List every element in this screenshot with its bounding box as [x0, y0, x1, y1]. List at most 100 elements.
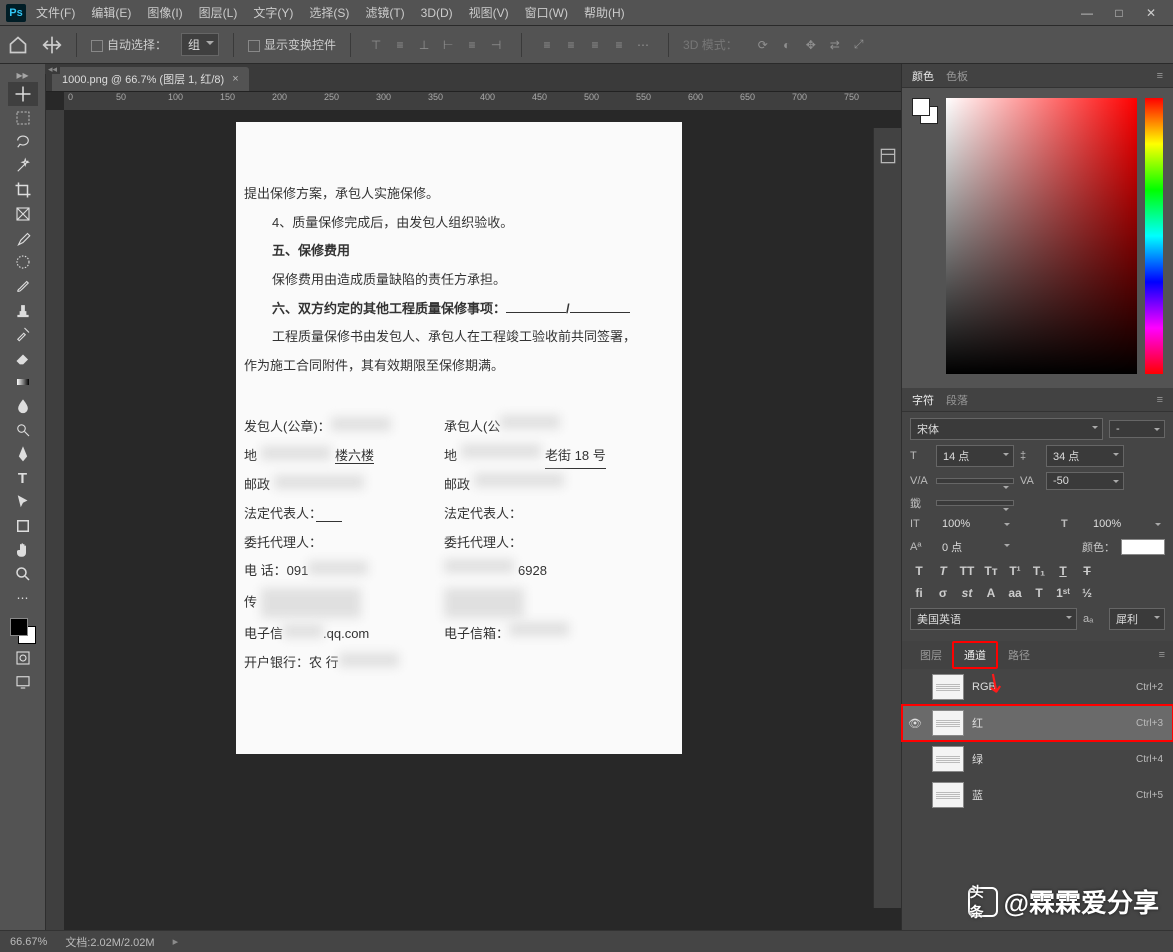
move-tool-icon[interactable]: [42, 35, 62, 55]
history-panel-icon[interactable]: [878, 146, 898, 166]
move-tool[interactable]: [8, 82, 38, 106]
panel-menu-icon[interactable]: ≡: [1157, 394, 1163, 406]
fg-bg-swatch[interactable]: [912, 98, 938, 124]
visibility-icon[interactable]: 👁: [906, 714, 924, 732]
3d-zoom-icon[interactable]: ⤢: [848, 34, 870, 56]
zoom-tool[interactable]: [8, 562, 38, 586]
dist-bottom-icon[interactable]: ≡: [584, 34, 606, 56]
gradient-tool[interactable]: [8, 370, 38, 394]
height-value[interactable]: 100%: [936, 516, 1014, 532]
antialias-select[interactable]: 犀利: [1109, 608, 1165, 630]
pen-tool[interactable]: [8, 442, 38, 466]
leading-select[interactable]: 34 点: [1046, 445, 1124, 467]
tab-character[interactable]: 字符: [912, 392, 934, 408]
underline-button[interactable]: T: [1054, 562, 1072, 580]
3d-orbit-icon[interactable]: ⟳: [752, 34, 774, 56]
expand-tools-icon[interactable]: ▸▸: [8, 68, 38, 82]
align-hmid-icon[interactable]: ≡: [461, 34, 483, 56]
visibility-icon[interactable]: [906, 678, 924, 696]
tab-swatches[interactable]: 色板: [946, 68, 968, 84]
color-field[interactable]: [946, 98, 1137, 374]
tab-paths[interactable]: 路径: [998, 643, 1040, 667]
superscript-button[interactable]: T¹: [1006, 562, 1024, 580]
channel-row-blue[interactable]: 蓝 Ctrl+5: [902, 777, 1173, 813]
tab-channels[interactable]: 通道: [952, 641, 998, 669]
quickmask-tool[interactable]: [8, 646, 38, 670]
panel-menu-icon[interactable]: ≡: [1157, 70, 1163, 82]
menu-filter[interactable]: 滤镜(T): [359, 1, 410, 24]
tab-layers[interactable]: 图层: [910, 643, 952, 667]
history-brush-tool[interactable]: [8, 322, 38, 346]
tab-paragraph[interactable]: 段落: [946, 392, 968, 408]
menu-image[interactable]: 图像(I): [141, 1, 188, 24]
close-button[interactable]: ✕: [1135, 4, 1167, 22]
show-transform-checkbox[interactable]: 显示变换控件: [248, 36, 336, 53]
brush-tool[interactable]: [8, 274, 38, 298]
channel-row-green[interactable]: 绿 Ctrl+4: [902, 741, 1173, 777]
menu-3d[interactable]: 3D(D): [415, 3, 459, 23]
text-color-swatch[interactable]: [1121, 539, 1165, 555]
screen-mode-tool[interactable]: [8, 670, 38, 694]
tracking-select[interactable]: -50: [1046, 472, 1124, 490]
marquee-tool[interactable]: [8, 106, 38, 130]
lasso-tool[interactable]: [8, 130, 38, 154]
oldstyle-button[interactable]: σ: [934, 584, 952, 602]
font-family-select[interactable]: 宋体: [910, 418, 1103, 440]
menu-layer[interactable]: 图层(L): [193, 1, 244, 24]
panel-menu-icon[interactable]: ≡: [1159, 649, 1165, 661]
shape-tool[interactable]: [8, 514, 38, 538]
frame-tool[interactable]: [8, 202, 38, 226]
menu-file[interactable]: 文件(F): [30, 1, 81, 24]
baseline-value[interactable]: 0 点: [936, 537, 1014, 557]
dist-top-icon[interactable]: ≡: [536, 34, 558, 56]
home-icon[interactable]: [8, 35, 28, 55]
dist-left-icon[interactable]: ≡: [608, 34, 630, 56]
canvas[interactable]: 提出保修方案，承包人实施保修。 4、质量保修完成后，由发包人组织验收。 五、保修…: [64, 110, 901, 930]
width-value[interactable]: 100%: [1087, 516, 1165, 532]
hand-tool[interactable]: [8, 538, 38, 562]
allcaps-button[interactable]: TT: [958, 562, 976, 580]
path-select-tool[interactable]: [8, 490, 38, 514]
doc-info[interactable]: 文档:2.02M/2.02M: [65, 934, 154, 950]
auto-select-checkbox[interactable]: 自动选择：: [91, 36, 167, 53]
ligature-button[interactable]: fi: [910, 584, 928, 602]
maximize-button[interactable]: □: [1103, 4, 1135, 22]
stylistic-button[interactable]: st: [958, 584, 976, 602]
zoom-value[interactable]: 66.67%: [10, 936, 47, 948]
dodge-tool[interactable]: [8, 418, 38, 442]
menu-select[interactable]: 选择(S): [303, 1, 355, 24]
minimize-button[interactable]: —: [1071, 4, 1103, 22]
font-style-select[interactable]: -: [1109, 420, 1165, 438]
edit-toolbar-icon[interactable]: ⋯: [8, 586, 38, 610]
dist-vmid-icon[interactable]: ≡: [560, 34, 582, 56]
fraction-button[interactable]: 1ˢᵗ: [1054, 584, 1072, 602]
menu-help[interactable]: 帮助(H): [578, 1, 631, 24]
half-button[interactable]: ½: [1078, 584, 1096, 602]
bold-button[interactable]: T: [910, 562, 928, 580]
channel-row-red[interactable]: 👁 红 Ctrl+3: [902, 705, 1173, 741]
3d-pan-icon[interactable]: ✥: [800, 34, 822, 56]
type-tool[interactable]: T: [8, 466, 38, 490]
doc-tab[interactable]: 1000.png @ 66.7% (图层 1, 红/8) ×: [52, 67, 249, 91]
auto-select-dropdown[interactable]: 组: [181, 33, 219, 56]
3d-slide-icon[interactable]: ⇄: [824, 34, 846, 56]
channel-row-rgb[interactable]: RGB Ctrl+2: [902, 669, 1173, 705]
align-right-icon[interactable]: ⊣: [485, 34, 507, 56]
menu-view[interactable]: 视图(V): [463, 1, 515, 24]
titling-button[interactable]: T: [1030, 584, 1048, 602]
strikethrough-button[interactable]: T: [1078, 562, 1096, 580]
kerning-select[interactable]: [936, 478, 1014, 484]
vscale-select[interactable]: [936, 500, 1014, 506]
align-left-icon[interactable]: ⊢: [437, 34, 459, 56]
ordinal-button[interactable]: aa: [1006, 584, 1024, 602]
blur-tool[interactable]: [8, 394, 38, 418]
align-vmid-icon[interactable]: ≡: [389, 34, 411, 56]
stamp-tool[interactable]: [8, 298, 38, 322]
menu-window[interactable]: 窗口(W): [519, 1, 574, 24]
smallcaps-button[interactable]: Tᴛ: [982, 562, 1000, 580]
font-size-select[interactable]: 14 点: [936, 445, 1014, 467]
italic-button[interactable]: T: [934, 562, 952, 580]
menu-edit[interactable]: 编辑(E): [85, 1, 137, 24]
eraser-tool[interactable]: [8, 346, 38, 370]
crop-tool[interactable]: [8, 178, 38, 202]
